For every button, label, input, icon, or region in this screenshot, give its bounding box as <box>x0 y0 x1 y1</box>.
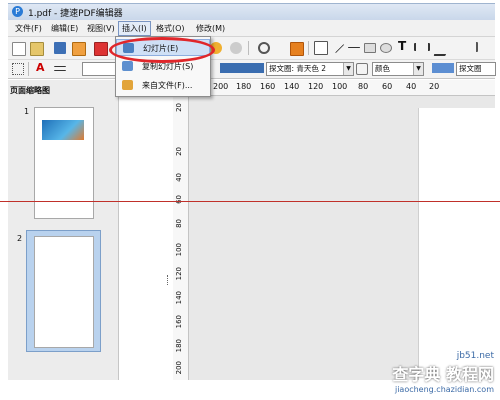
ruler-label: 120 <box>175 267 183 281</box>
ruler-label: 20 <box>429 82 440 91</box>
splitter-handle[interactable] <box>167 275 170 285</box>
redo-icon[interactable] <box>230 42 242 54</box>
menu-item-from-file[interactable]: 来自文件(F)... <box>116 77 210 94</box>
page-number: 2 <box>17 234 23 243</box>
ruler-label: 80 <box>358 82 369 91</box>
ruler-label: 80 <box>175 219 183 228</box>
arrow-tool-icon[interactable] <box>348 47 360 48</box>
title-bar: P 1.pdf - 捷速PDF编辑器 <box>8 3 495 20</box>
ruler-label: 100 <box>332 82 348 91</box>
line-color-select[interactable]: 颜色 ▼ <box>372 62 424 76</box>
resize-tool-icon[interactable] <box>414 43 430 51</box>
rectangle-tool-icon[interactable] <box>364 43 376 53</box>
main-toolbar: T <box>8 37 495 60</box>
ruler-label: 200 <box>175 361 183 375</box>
menu-modify[interactable]: 修改(M) <box>193 22 228 35</box>
line-color-label: 颜色 <box>375 64 390 73</box>
app-icon: P <box>12 6 23 17</box>
page-number: 1 <box>24 107 30 116</box>
text-tool-icon[interactable]: T <box>398 40 410 52</box>
watermark-domain: jiaocheng.chazidian.com <box>394 385 494 394</box>
menu-insert[interactable]: 插入(I) <box>118 21 151 36</box>
page-thumbnail-2-selected[interactable]: 2 <box>17 230 101 352</box>
vertical-ruler: 20 20 40 60 80 100 120 140 160 180 200 <box>173 95 189 380</box>
ruler-label: 200 <box>213 82 229 91</box>
ruler-label: 120 <box>308 82 324 91</box>
menu-edit[interactable]: 编辑(E) <box>48 22 81 35</box>
ruler-label: 180 <box>175 339 183 353</box>
ellipse-tool-icon[interactable] <box>380 43 392 53</box>
watermark-brand: 查字典 教程网 <box>392 365 494 384</box>
editor-window: P 1.pdf - 捷速PDF编辑器 文件(F) 编辑(E) 视图(V) 插入(… <box>0 0 500 400</box>
export-pdf-icon[interactable] <box>94 42 108 56</box>
ruler-label: 160 <box>260 82 276 91</box>
menu-format[interactable]: 格式(O) <box>153 22 188 35</box>
watermark-site: jb51.net <box>456 351 494 361</box>
curve-tool-icon[interactable] <box>433 42 451 56</box>
menu-file[interactable]: 文件(F) <box>12 22 45 35</box>
ruler-label: 20 <box>175 103 183 112</box>
slide-page[interactable] <box>418 108 496 380</box>
page-thumbnail-1[interactable] <box>34 107 94 219</box>
window-title: 1.pdf - 捷速PDF编辑器 <box>28 9 123 19</box>
fill2-select[interactable]: 探文圈 <box>456 62 496 76</box>
ruler-label: 60 <box>175 195 183 204</box>
menu-bar: 文件(F) 编辑(E) 视图(V) 插入(I) 格式(O) 修改(M) <box>8 20 495 37</box>
fill-color-swatch <box>220 63 264 73</box>
from-file-icon <box>122 80 133 90</box>
chevron-down-icon[interactable]: ▼ <box>413 63 423 75</box>
ruler-label: 180 <box>236 82 252 91</box>
highlight-ellipse <box>109 37 215 63</box>
watermark: jb51.net 查字典 教程网 jiaocheng.chazidian.com <box>392 351 494 394</box>
line-style-icon[interactable] <box>54 66 66 71</box>
ruler-label: 40 <box>406 82 417 91</box>
ruler-label: 20 <box>175 147 183 156</box>
connector-tool-icon[interactable] <box>470 42 478 52</box>
page-thumbnail-panel: 页面缩略图 1 2 <box>8 80 119 380</box>
ruler-label: 40 <box>175 173 183 182</box>
ruler-label: 100 <box>175 243 183 257</box>
grid-icon[interactable] <box>12 63 24 75</box>
menu-view[interactable]: 视图(V) <box>84 22 118 35</box>
select-arrow-icon[interactable] <box>314 41 328 55</box>
panel-title: 页面缩略图 <box>10 86 50 95</box>
ruler-label: 140 <box>175 291 183 305</box>
font-color-icon[interactable]: A <box>36 62 48 74</box>
duplicate-slide-icon <box>122 61 133 71</box>
fill-color-label: 探文圈: 青天色 2 <box>269 64 327 73</box>
fill-color-select[interactable]: 探文圈: 青天色 2 ▼ <box>266 62 354 76</box>
zoom-icon[interactable] <box>258 42 270 54</box>
fill2-label: 探文圈 <box>459 64 482 73</box>
page-thumbnail-2[interactable] <box>34 236 94 348</box>
open-folder-icon[interactable] <box>30 42 44 56</box>
line-color-icon[interactable] <box>356 63 368 75</box>
format-toolbar: A 探文圈: 青天色 2 ▼ 颜色 ▼ 探文圈 <box>8 60 496 79</box>
horizontal-ruler: 200 180 160 140 120 100 80 60 40 20 <box>175 80 495 96</box>
ruler-label: 60 <box>382 82 393 91</box>
menu-item-label: 来自文件(F)... <box>142 81 193 90</box>
slide-show-icon[interactable] <box>290 42 304 56</box>
line-tool-icon[interactable] <box>335 44 345 54</box>
thumbnail-image <box>42 120 84 140</box>
edit-icon[interactable] <box>72 42 86 56</box>
save-icon[interactable] <box>54 42 66 54</box>
chevron-down-icon[interactable]: ▼ <box>343 63 353 75</box>
fill2-swatch <box>432 63 454 73</box>
ruler-label: 160 <box>175 315 183 329</box>
ruler-label: 140 <box>284 82 300 91</box>
new-document-icon[interactable] <box>12 42 26 56</box>
red-guide-line <box>0 201 500 202</box>
